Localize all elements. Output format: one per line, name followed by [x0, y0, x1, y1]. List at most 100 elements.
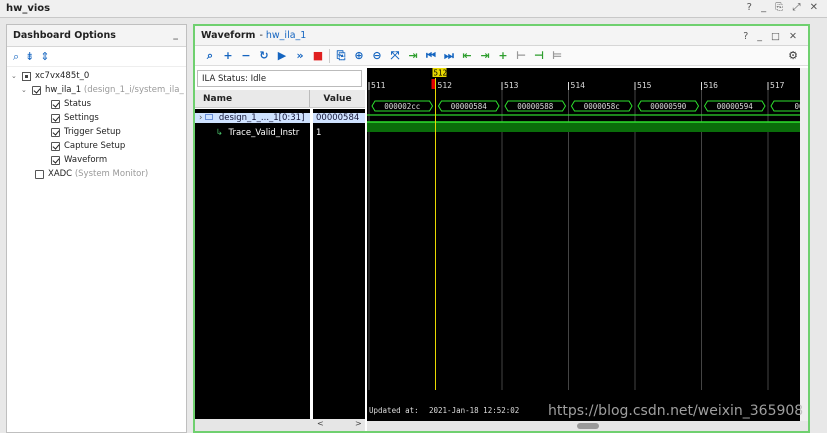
settings-checkbox[interactable]	[51, 113, 60, 123]
search-icon[interactable]: ⌕	[13, 50, 19, 64]
waveform-plot: 511 512 513 514 515 516 517 512 000002cc 00000584…	[367, 68, 800, 415]
capture-setup-checkbox[interactable]	[51, 141, 60, 151]
signal-row-bus[interactable]: › design_1_..._1[0:31] 00000584	[195, 111, 365, 125]
waveform-toolbar: ⌕ + − ↻ ▶ » ■ ⎘ ⊕ ⊖ ⤧ ⇥ ⏮ ⏭ ⇤ ⇥ + ⊢ ⊣ ⊨ …	[195, 46, 808, 66]
chevron-down-icon[interactable]: ⌄	[11, 72, 20, 80]
signal-table: › design_1_..._1[0:31] 00000584 ↳ Trace_…	[195, 109, 365, 419]
signal-row-bit[interactable]: ↳ Trace_Valid_Instr 1	[195, 126, 365, 140]
ruler-tick-label: 516	[704, 81, 719, 90]
tree-item-xadc[interactable]: XADC (System Monitor)	[7, 167, 186, 181]
trigger-setup-label: Trigger Setup	[64, 127, 121, 137]
bus-value-label: 00000590	[650, 102, 687, 111]
zoom-fit-icon[interactable]: ⤧	[386, 48, 404, 64]
waveform-horizontal-scrollbar[interactable]	[367, 421, 808, 431]
vivado-window: hw_vios ? _ ⎘ ⤢ ✕ Dashboard Options _ ⌕ …	[0, 0, 827, 433]
next-transition-icon[interactable]: ⇥	[476, 48, 494, 64]
swap-cursors-icon[interactable]: ⊨	[548, 48, 566, 64]
ruler-tick-label: 517	[770, 81, 785, 90]
bit-signal-icon: ↳	[215, 128, 223, 138]
waveform-checkbox[interactable]	[51, 155, 60, 165]
ila-status-field: ILA Status: Idle	[197, 70, 362, 87]
bus-value-label: 00000594	[717, 102, 754, 111]
bit-signal-high-fill	[367, 122, 800, 132]
waveform-window-controls[interactable]: ? _ □ ✕	[743, 31, 800, 42]
gear-icon[interactable]: ⚙	[784, 48, 802, 64]
dashboard-tree: ⌄ xc7vx485t_0 ⌄ hw_ila_1 (design_1_i/sys…	[7, 67, 186, 181]
status-checkbox[interactable]	[51, 99, 60, 109]
signal-name-cell[interactable]: ↳ Trace_Valid_Instr	[195, 128, 310, 138]
minimize-button[interactable]: _	[173, 29, 178, 40]
ila-label: hw_ila_1	[45, 85, 82, 95]
add-marker-icon[interactable]: +	[494, 48, 512, 64]
signal-value: 00000584	[313, 113, 365, 123]
marker-label: 512	[434, 69, 448, 78]
ila-path: (design_1_i/system_ila_	[83, 85, 184, 95]
settings-label: Settings	[64, 113, 99, 123]
bus-value-label: 00000584	[451, 102, 488, 111]
chevron-down-icon[interactable]: ⌄	[21, 86, 30, 94]
run-immediate-icon[interactable]: »	[291, 48, 309, 64]
zoom-in-icon[interactable]: ⊕	[350, 48, 368, 64]
xadc-suffix: (System Monitor)	[74, 169, 149, 179]
ila-checkbox[interactable]	[32, 85, 41, 95]
bus-value-label: 0000058c	[584, 102, 620, 111]
updated-label: Updated at:	[369, 406, 419, 415]
go-to-end-icon[interactable]: ⏭	[440, 48, 458, 64]
waveform-vertical-scrollbar[interactable]	[800, 68, 808, 421]
ruler-tick-label: 513	[504, 81, 519, 90]
signal-value: 1	[316, 128, 322, 138]
tree-item-status[interactable]: Status	[7, 97, 186, 111]
waveform-canvas[interactable]: 511 512 513 514 515 516 517 512 000002cc 00000584…	[367, 68, 808, 421]
search-icon[interactable]: ⌕	[201, 48, 219, 64]
export-icon[interactable]: ⎘	[332, 48, 350, 64]
xadc-label: XADC	[48, 169, 73, 179]
ruler-tick-label: 511	[371, 81, 386, 90]
name-column-header[interactable]: Name	[195, 90, 310, 107]
trigger-setup-checkbox[interactable]	[51, 127, 60, 137]
window-title: hw_vios	[6, 3, 51, 14]
row-separator	[367, 114, 800, 116]
ruler-tick-label: 512	[438, 81, 453, 90]
stop-icon[interactable]: ■	[309, 48, 327, 64]
run-trigger-icon[interactable]: ▶	[273, 48, 291, 64]
waveform-label: Waveform	[64, 155, 108, 165]
signal-table-scrollbar[interactable]: < >	[195, 419, 365, 431]
waveform-title: Waveform	[201, 30, 256, 41]
tree-item-waveform[interactable]: Waveform	[7, 153, 186, 167]
go-to-cursor-icon[interactable]: ⇥	[404, 48, 422, 64]
chevron-right-icon[interactable]: ›	[199, 113, 202, 123]
collapse-all-icon[interactable]: ⇟	[25, 50, 34, 63]
expand-all-icon[interactable]: ⇕	[40, 50, 49, 63]
scroll-right-icon[interactable]: >	[355, 419, 362, 428]
scroll-thumb[interactable]	[577, 423, 599, 429]
auto-retrigger-icon[interactable]: ↻	[255, 48, 273, 64]
xadc-checkbox[interactable]	[35, 169, 44, 179]
dashboard-title: Dashboard Options	[13, 30, 116, 41]
remove-icon[interactable]: −	[237, 48, 255, 64]
trigger-marker	[431, 79, 436, 89]
zoom-out-icon[interactable]: ⊖	[368, 48, 386, 64]
tree-item-capture-setup[interactable]: Capture Setup	[7, 139, 186, 153]
value-column-header[interactable]: Value	[310, 90, 365, 107]
toolbar-separator	[329, 48, 330, 63]
watermark: https://blog.csdn.net/weixin_365908	[548, 403, 804, 419]
previous-transition-icon[interactable]: ⇤	[458, 48, 476, 64]
signal-name: Trace_Valid_Instr	[228, 128, 300, 138]
ruler-tick-label: 515	[637, 81, 652, 90]
bus-value-label: 000002cc	[384, 102, 420, 111]
tree-item-trigger-setup[interactable]: Trigger Setup	[7, 125, 186, 139]
signal-table-header: Name Value	[195, 90, 365, 108]
scroll-left-icon[interactable]: <	[317, 419, 324, 428]
tree-item-settings[interactable]: Settings	[7, 111, 186, 125]
tree-item-device[interactable]: ⌄ xc7vx485t_0	[7, 69, 186, 83]
next-marker-icon[interactable]: ⊣	[530, 48, 548, 64]
updated-time: 2021-Jan-18 12:52:02	[429, 406, 519, 415]
signal-name: design_1_..._1[0:31]	[218, 113, 305, 123]
go-to-start-icon[interactable]: ⏮	[422, 48, 440, 64]
ila-link[interactable]: hw_ila_1	[266, 30, 306, 41]
previous-marker-icon[interactable]: ⊢	[512, 48, 530, 64]
tree-item-ila[interactable]: ⌄ hw_ila_1 (design_1_i/system_ila_	[7, 83, 186, 97]
window-controls[interactable]: ? _ ⎘ ⤢ ✕	[747, 2, 821, 13]
signal-name-cell[interactable]: › design_1_..._1[0:31]	[195, 113, 310, 123]
add-icon[interactable]: +	[219, 48, 237, 64]
